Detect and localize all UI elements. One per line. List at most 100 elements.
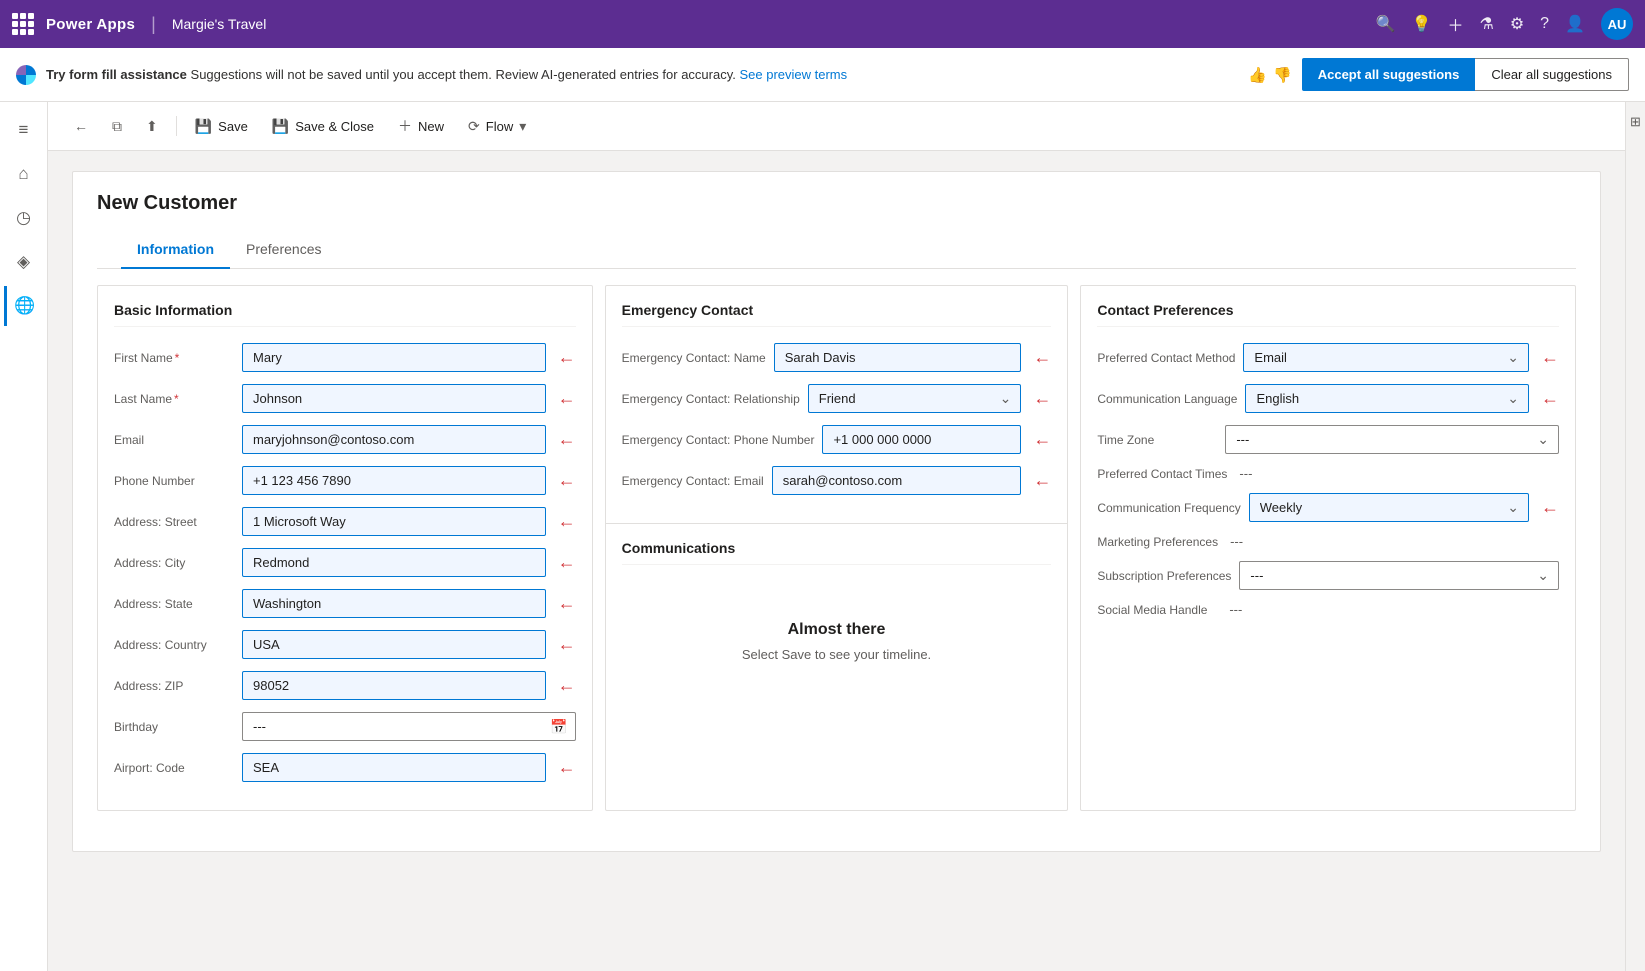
birthday-input[interactable]	[242, 712, 576, 741]
avatar[interactable]: AU	[1601, 8, 1633, 40]
share-button[interactable]: ⬆	[136, 112, 168, 141]
nav-grid-button[interactable]	[12, 13, 34, 35]
field-row-phone: Phone Number ←	[114, 466, 576, 495]
subscription-select[interactable]: --- Newsletter Promotions	[1239, 561, 1559, 590]
top-nav: Power Apps | Margie's Travel 🔍 💡 ＋ ⚗ ⚙ ?…	[0, 0, 1645, 48]
contact-method-select[interactable]: Email Phone SMS	[1243, 343, 1529, 372]
tab-information[interactable]: Information	[121, 231, 230, 269]
field-row-ec-rel: Emergency Contact: Relationship Friend F…	[622, 384, 1052, 413]
new-icon: ＋	[398, 116, 412, 136]
sidebar-globe-icon[interactable]: 🌐	[4, 286, 44, 326]
country-input-wrap	[242, 630, 546, 659]
edge-icon-1[interactable]: ⊞	[1626, 110, 1645, 134]
flow-label: Flow	[486, 119, 513, 134]
person-icon[interactable]: 👤	[1565, 14, 1585, 34]
lang-label: Communication Language	[1097, 392, 1237, 406]
ec-name-input[interactable]	[774, 343, 1022, 372]
firstname-label: First Name*	[114, 351, 234, 365]
lastname-arrow: ←	[558, 388, 576, 409]
state-input[interactable]	[242, 589, 546, 618]
country-input[interactable]	[242, 630, 546, 659]
field-row-lastname: Last Name* ←	[114, 384, 576, 413]
emergency-contact-section: Emergency Contact Emergency Contact: Nam…	[605, 285, 1069, 811]
email-input[interactable]	[242, 425, 546, 454]
lang-select[interactable]: English Spanish French	[1245, 384, 1529, 413]
calendar-icon-button[interactable]: 📅	[550, 718, 567, 735]
phone-label: Phone Number	[114, 474, 234, 488]
subscription-select-wrap: --- Newsletter Promotions	[1239, 561, 1559, 590]
zip-label: Address: ZIP	[114, 679, 234, 693]
sidebar-pin-icon[interactable]: ◈	[4, 242, 44, 282]
save-close-label: Save & Close	[295, 119, 374, 134]
zip-arrow: ←	[558, 675, 576, 696]
firstname-input[interactable]	[242, 343, 546, 372]
toolbar: ← ⧉ ⬆ 💾 Save 💾 Save & Close ＋ New ⟳	[48, 102, 1625, 151]
save-button[interactable]: 💾 Save	[185, 112, 258, 141]
ec-email-arrow: ←	[1033, 470, 1051, 491]
sidebar-menu-icon[interactable]: ≡	[4, 110, 44, 150]
phone-input-wrap	[242, 466, 546, 495]
ec-phone-arrow: ←	[1033, 429, 1051, 450]
nav-divider: |	[151, 14, 156, 35]
ec-rel-select[interactable]: Friend Family Spouse Other	[808, 384, 1022, 413]
form-header: New Customer Information Preferences	[73, 172, 1600, 269]
basic-info-section: Basic Information First Name* ← Last Nam…	[97, 285, 593, 811]
field-row-ec-name: Emergency Contact: Name ←	[622, 343, 1052, 372]
new-button[interactable]: ＋ New	[388, 110, 454, 142]
app-name: Power Apps	[46, 16, 135, 33]
accept-all-button[interactable]: Accept all suggestions	[1302, 58, 1476, 91]
field-row-city: Address: City ←	[114, 548, 576, 577]
save-close-button[interactable]: 💾 Save & Close	[262, 112, 384, 141]
field-row-firstname: First Name* ←	[114, 343, 576, 372]
clear-all-button[interactable]: Clear all suggestions	[1475, 58, 1629, 91]
save-close-icon: 💾	[272, 118, 289, 135]
zip-input[interactable]	[242, 671, 546, 700]
field-row-airport: Airport: Code ←	[114, 753, 576, 782]
filter-icon[interactable]: ⚗	[1479, 14, 1493, 34]
street-arrow: ←	[558, 511, 576, 532]
lightbulb-icon[interactable]: 💡	[1412, 14, 1432, 34]
marketing-label: Marketing Preferences	[1097, 535, 1218, 549]
field-row-timezone: Time Zone --- PST EST UTC	[1097, 425, 1559, 454]
contact-preferences-section: Contact Preferences Preferred Contact Me…	[1080, 285, 1576, 811]
ec-email-input[interactable]	[772, 466, 1022, 495]
tab-preferences[interactable]: Preferences	[230, 231, 337, 269]
city-arrow: ←	[558, 552, 576, 573]
lastname-input[interactable]	[242, 384, 546, 413]
phone-arrow: ←	[558, 470, 576, 491]
comm-freq-select[interactable]: Weekly Daily Monthly	[1249, 493, 1529, 522]
restore-icon: ⧉	[112, 118, 122, 135]
ec-email-input-wrap	[772, 466, 1022, 495]
help-icon[interactable]: ?	[1540, 15, 1549, 33]
save-label: Save	[218, 119, 248, 134]
basic-info-title: Basic Information	[114, 302, 576, 327]
tenant-name: Margie's Travel	[172, 16, 266, 32]
street-input[interactable]	[242, 507, 546, 536]
search-icon[interactable]: 🔍	[1376, 14, 1396, 34]
state-arrow: ←	[558, 593, 576, 614]
save-icon: 💾	[195, 118, 212, 135]
sidebar-home-icon[interactable]: ⌂	[4, 154, 44, 194]
banner-preview-link[interactable]: See preview terms	[739, 67, 847, 82]
restore-button[interactable]: ⧉	[102, 112, 132, 141]
sidebar-clock-icon[interactable]: ◷	[4, 198, 44, 238]
ec-name-label: Emergency Contact: Name	[622, 351, 766, 365]
country-arrow: ←	[558, 634, 576, 655]
plus-icon[interactable]: ＋	[1447, 12, 1463, 36]
airport-input[interactable]	[242, 753, 546, 782]
ec-phone-input[interactable]	[822, 425, 1021, 454]
city-input[interactable]	[242, 548, 546, 577]
flow-button[interactable]: ⟳ Flow ▾	[458, 112, 536, 141]
share-icon: ⬆	[146, 118, 158, 135]
thumbs-down-button[interactable]: 👎	[1273, 66, 1292, 84]
ec-name-arrow: ←	[1033, 347, 1051, 368]
left-sidebar: ≡ ⌂ ◷ ◈ 🌐	[0, 102, 48, 971]
top-nav-icons: 🔍 💡 ＋ ⚗ ⚙ ? 👤 AU	[1376, 8, 1633, 40]
phone-input[interactable]	[242, 466, 546, 495]
flow-icon: ⟳	[468, 118, 480, 135]
field-row-lang: Communication Language English Spanish F…	[1097, 384, 1559, 413]
timezone-select[interactable]: --- PST EST UTC	[1225, 425, 1559, 454]
settings-icon[interactable]: ⚙	[1510, 14, 1524, 34]
thumbs-up-button[interactable]: 👍	[1248, 66, 1267, 84]
back-button[interactable]: ←	[64, 112, 98, 140]
